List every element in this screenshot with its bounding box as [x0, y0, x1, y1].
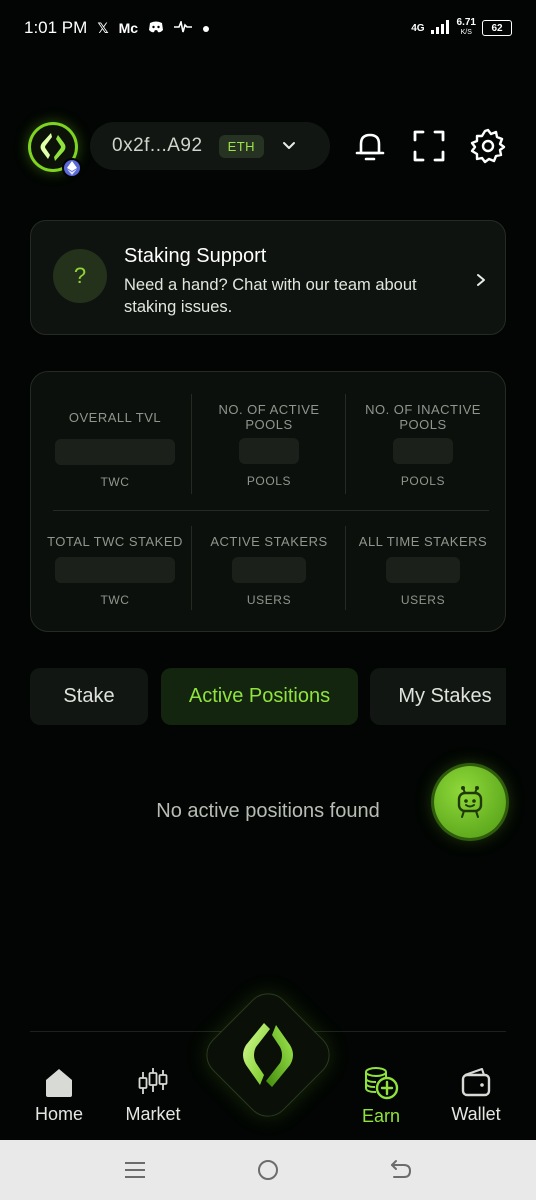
nav-label: Home	[34, 1104, 83, 1124]
logo-mark-icon	[243, 1023, 293, 1087]
nav-label: Market	[125, 1104, 181, 1124]
wallet-address: 0x2f...A92	[112, 135, 203, 156]
stat-active-pools: NO. OF ACTIVE POOLS POOLS	[207, 402, 331, 488]
stat-label: NO. OF INACTIVE POOLS	[365, 402, 481, 432]
stat-unit: USERS	[246, 593, 292, 607]
home-icon	[46, 1069, 72, 1097]
position-tabs: Stake Active Positions My Stakes	[30, 668, 506, 725]
stat-unit: POOLS	[246, 474, 292, 488]
chain-badge: ETH	[218, 134, 265, 158]
nav-earn[interactable]: Earn	[341, 1066, 421, 1127]
stat-value-skeleton	[386, 557, 460, 583]
stat-overall-tvl: OVERALL TVL TWC	[45, 410, 185, 489]
gear-icon[interactable]	[470, 128, 506, 164]
nav-label: Wallet	[451, 1104, 501, 1124]
divider	[345, 394, 346, 494]
system-navigation-bar	[0, 1140, 536, 1200]
app-logo[interactable]	[28, 122, 82, 178]
app-header: 0x2f...A92 ETH	[0, 118, 536, 178]
stat-active-stakers: ACTIVE STAKERS USERS	[205, 534, 333, 607]
back-icon[interactable]	[388, 1158, 414, 1182]
support-description: Need a hand? Chat with our team about st…	[124, 276, 417, 316]
divider	[345, 526, 346, 610]
support-title: Staking Support	[124, 245, 267, 267]
stat-value-skeleton	[239, 438, 299, 464]
question-icon: ?	[53, 249, 107, 303]
logo-mark-icon	[40, 133, 66, 161]
scan-icon[interactable]	[411, 128, 447, 164]
coins-icon	[365, 1067, 399, 1100]
tab-active-positions[interactable]: Active Positions	[161, 668, 358, 725]
nav-wallet[interactable]: Wallet	[436, 1066, 516, 1125]
stat-label: ACTIVE STAKERS	[210, 534, 328, 549]
bell-icon[interactable]	[352, 128, 388, 164]
wallet-icon	[461, 1068, 491, 1097]
stat-unit: TWC	[100, 475, 130, 489]
network-label: 4G	[411, 22, 425, 34]
battery-icon: 62	[482, 20, 512, 36]
speed-value: 6.71	[456, 17, 476, 28]
signal-icon	[430, 19, 451, 37]
staking-stats-card: OVERALL TVL TWC NO. OF ACTIVE POOLS POOL…	[30, 371, 506, 632]
stat-value-skeleton	[55, 439, 175, 465]
divider	[191, 394, 192, 494]
staking-support-card[interactable]: ? Staking Support Need a hand? Chat with…	[30, 220, 506, 335]
chevron-right-icon	[477, 274, 485, 286]
status-time: 1:01 PM	[24, 18, 88, 37]
nav-label: Earn	[361, 1106, 401, 1126]
stat-unit: USERS	[400, 593, 446, 607]
nav-home[interactable]: Home	[19, 1066, 99, 1125]
chat-bot-button[interactable]	[434, 766, 506, 838]
robot-icon	[457, 786, 483, 818]
nav-market[interactable]: Market	[113, 1066, 193, 1125]
status-bar: 1:01 PM 𝕏 Mc 4G 6.71 K/S 62	[0, 0, 536, 56]
divider	[53, 510, 489, 511]
stat-all-time-stakers: ALL TIME STAKERS USERS	[355, 534, 491, 607]
activity-icon	[174, 18, 193, 38]
chevron-down-icon	[283, 142, 296, 149]
candlestick-icon	[138, 1068, 168, 1094]
stat-unit: POOLS	[400, 474, 446, 488]
stat-label: TOTAL TWC STAKED	[47, 534, 183, 549]
x-icon: 𝕏	[97, 19, 109, 36]
stat-value-skeleton	[55, 557, 175, 583]
ethereum-badge-icon	[62, 158, 82, 178]
stat-value-skeleton	[393, 438, 453, 464]
tab-my-stakes[interactable]: My Stakes	[370, 668, 506, 725]
stat-label: ALL TIME STAKERS	[358, 534, 488, 549]
recent-apps-icon[interactable]	[122, 1158, 148, 1182]
stat-inactive-pools: NO. OF INACTIVE POOLS POOLS	[357, 402, 489, 488]
stat-label: OVERALL TVL	[68, 410, 162, 425]
stat-total-twc-staked: TOTAL TWC STAKED TWC	[43, 534, 187, 607]
divider	[191, 526, 192, 610]
discord-icon	[148, 18, 164, 38]
stat-value-skeleton	[232, 557, 306, 583]
mc-icon: Mc	[118, 20, 139, 36]
speed-unit: K/S	[460, 29, 472, 36]
wallet-selector[interactable]: 0x2f...A92 ETH	[90, 122, 330, 170]
stat-label: NO. OF ACTIVE POOLS	[218, 402, 320, 432]
home-circle-icon[interactable]	[255, 1158, 281, 1182]
dot-icon	[202, 18, 210, 38]
stat-unit: TWC	[100, 593, 130, 607]
tab-stake[interactable]: Stake	[30, 668, 148, 725]
